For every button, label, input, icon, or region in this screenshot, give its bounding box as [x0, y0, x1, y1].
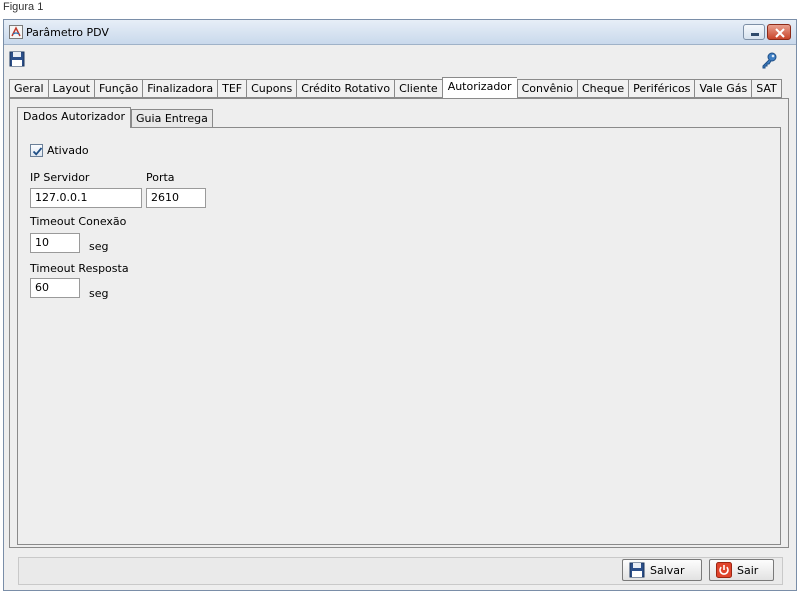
floppy-disk-icon[interactable] — [9, 51, 25, 67]
tab-geral[interactable]: Geral — [9, 79, 48, 98]
timeout-conexao-label: Timeout Conexão — [30, 215, 127, 228]
checkbox-box[interactable] — [30, 144, 43, 157]
dados-autorizador-panel: Ativado IP Servidor 127.0.0.1 Porta 2610… — [17, 127, 781, 545]
tab-dados-autorizador[interactable]: Dados Autorizador — [17, 107, 132, 128]
tab-vale-gas[interactable]: Vale Gás — [694, 79, 752, 98]
tab-finalizadora[interactable]: Finalizadora — [142, 79, 218, 98]
sair-label: Sair — [737, 563, 759, 577]
tab-convenio[interactable]: Convênio — [516, 79, 577, 98]
porta-input[interactable]: 2610 — [146, 188, 206, 208]
ativado-label: Ativado — [47, 144, 89, 157]
minimize-icon — [751, 33, 759, 36]
checkmark-icon — [32, 147, 43, 156]
timeout-resposta-label: Timeout Resposta — [30, 262, 129, 275]
minimize-button[interactable] — [743, 24, 765, 40]
close-button[interactable] — [767, 24, 791, 40]
close-icon — [775, 28, 785, 38]
timeout-resposta-unit: seg — [89, 287, 109, 300]
figure-caption: Figura 1 — [3, 1, 44, 13]
key-icon[interactable] — [760, 51, 778, 69]
salvar-label: Salvar — [650, 563, 685, 577]
tab-guia-entrega[interactable]: Guia Entrega — [131, 109, 213, 128]
sub-tabs: Dados Autorizador Guia Entrega — [17, 107, 213, 128]
tab-cliente[interactable]: Cliente — [394, 79, 442, 98]
parametro-pdv-window: Parâmetro PDV Geral Layout Função Finali… — [3, 19, 797, 591]
salvar-button[interactable]: Salvar — [622, 559, 702, 581]
tab-layout[interactable]: Layout — [47, 79, 95, 98]
power-icon — [716, 562, 732, 578]
ip-servidor-input[interactable]: 127.0.0.1 — [30, 188, 142, 208]
tab-cupons[interactable]: Cupons — [246, 79, 297, 98]
ativado-checkbox[interactable]: Ativado — [30, 144, 89, 157]
main-tabs: Geral Layout Função Finalizadora TEF Cup… — [9, 77, 782, 98]
timeout-conexao-unit: seg — [89, 240, 109, 253]
tab-sat[interactable]: SAT — [751, 79, 782, 98]
tab-perifericos[interactable]: Periféricos — [628, 79, 695, 98]
tab-cheque[interactable]: Cheque — [576, 79, 629, 98]
ip-servidor-label: IP Servidor — [30, 171, 90, 184]
title-bar: Parâmetro PDV — [4, 20, 796, 45]
autorizador-panel: Dados Autorizador Guia Entrega Ativado I… — [9, 98, 789, 548]
tab-tef[interactable]: TEF — [217, 79, 247, 98]
floppy-disk-icon — [629, 562, 645, 578]
tab-credito-rotativo[interactable]: Crédito Rotativo — [296, 79, 395, 98]
timeout-resposta-input[interactable]: 60 — [30, 278, 80, 298]
java-app-icon — [9, 25, 23, 39]
tab-funcao[interactable]: Função — [94, 79, 143, 98]
sair-button[interactable]: Sair — [709, 559, 774, 581]
porta-label: Porta — [146, 171, 175, 184]
timeout-conexao-input[interactable]: 10 — [30, 233, 80, 253]
window-title: Parâmetro PDV — [26, 26, 109, 39]
tab-autorizador[interactable]: Autorizador — [441, 77, 517, 98]
